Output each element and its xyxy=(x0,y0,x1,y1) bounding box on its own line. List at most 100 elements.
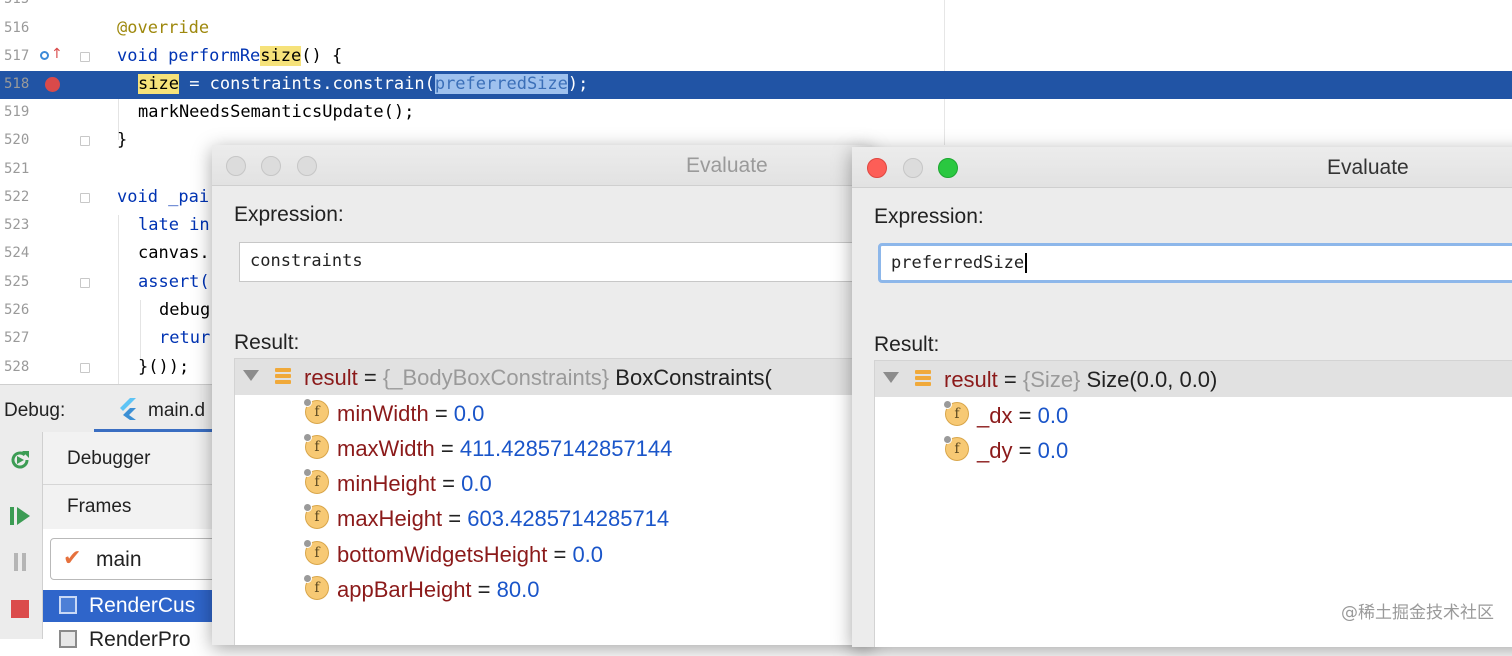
code-text: size = constraints.constrain(preferredSi… xyxy=(138,74,588,94)
field-text: appBarHeight = 80.0 xyxy=(337,577,540,602)
watermark: @稀土掘金技术社区 xyxy=(1341,603,1494,623)
line-number: 522 xyxy=(4,189,30,205)
thread-selector[interactable]: ✔ main xyxy=(50,538,222,580)
variable-stack-icon xyxy=(275,368,291,386)
thread-name: main xyxy=(96,548,142,571)
field-text: minWidth = 0.0 xyxy=(337,401,485,426)
field-icon: f xyxy=(943,400,969,426)
debug-side-toolbar xyxy=(0,432,43,639)
text-caret xyxy=(1025,253,1028,273)
field-icon: f xyxy=(303,539,329,565)
code-token: size xyxy=(138,74,179,94)
tab-debugger[interactable]: Debugger xyxy=(67,448,150,470)
expression-input[interactable]: preferredSize xyxy=(878,243,1512,283)
debugger-tab-bar: Debugger xyxy=(43,432,223,485)
line-number: 519 xyxy=(4,104,30,120)
code-line: 516 @override xyxy=(0,15,1512,43)
debug-label: Debug: xyxy=(4,400,66,421)
result-label: Result: xyxy=(874,333,940,356)
field-text: maxHeight = 603.4285714285714 xyxy=(337,506,670,531)
line-number: 523 xyxy=(4,217,30,233)
frame-icon xyxy=(59,596,77,614)
close-window-button[interactable] xyxy=(226,156,246,176)
code-text: assert( xyxy=(138,272,210,292)
stop-icon[interactable] xyxy=(8,597,32,621)
checkmark-icon: ✔ xyxy=(63,546,82,571)
minimize-window-button[interactable] xyxy=(261,156,281,176)
frame-row[interactable]: RenderPro xyxy=(43,624,223,656)
evaluate-dialog-active: Evaluate Expression: preferredSize Resul… xyxy=(852,147,1512,647)
field-icon: f xyxy=(303,398,329,424)
code-token: = constraints.constrain( xyxy=(178,74,435,94)
result-label: Result: xyxy=(234,331,300,354)
line-number: 520 xyxy=(4,132,30,148)
code-token: void performRe xyxy=(117,46,261,66)
field-text: maxWidth = 411.42857142857144 xyxy=(337,436,673,461)
pause-icon[interactable] xyxy=(8,550,32,574)
result-root-row[interactable]: result = {Size} Size(0.0, 0.0) xyxy=(875,361,1512,397)
result-tree[interactable]: result = {_BodyBoxConstraints} BoxConstr… xyxy=(234,358,872,645)
result-root-row[interactable]: result = {_BodyBoxConstraints} BoxConstr… xyxy=(235,359,872,395)
code-text: retur xyxy=(159,328,211,348)
frames-label: Frames xyxy=(67,496,132,517)
line-number: 517 xyxy=(4,48,30,64)
dialog-titlebar: Evaluate xyxy=(852,147,1512,188)
code-text: markNeedsSemanticsUpdate(); xyxy=(138,102,415,122)
fold-marker-icon[interactable] xyxy=(80,52,90,62)
code-token: ); xyxy=(567,74,589,94)
expression-label: Expression: xyxy=(234,203,344,226)
line-number: 525 xyxy=(4,274,30,290)
line-number: 527 xyxy=(4,330,30,346)
line-number: 526 xyxy=(4,302,30,318)
code-text: debug xyxy=(159,300,211,320)
fold-marker-icon[interactable] xyxy=(80,136,90,146)
fold-marker-icon[interactable] xyxy=(80,278,90,288)
code-text: late in xyxy=(138,215,210,235)
code-token: size xyxy=(260,46,302,66)
line-number: 518 xyxy=(4,76,30,92)
field-icon: f xyxy=(303,503,329,529)
frames-header: Frames xyxy=(43,485,223,529)
fold-marker-icon[interactable] xyxy=(80,193,90,203)
code-text: } xyxy=(117,130,128,150)
dialog-titlebar: Evaluate xyxy=(212,145,872,186)
field-icon: f xyxy=(303,574,329,600)
code-line: 515 xyxy=(0,0,1512,14)
maximize-window-button[interactable] xyxy=(297,156,317,176)
code-line: 517 ↑ void performResize() { xyxy=(0,43,1512,71)
field-text: _dy = 0.0 xyxy=(977,438,1069,463)
expand-arrow-icon[interactable] xyxy=(883,372,899,383)
code-text: void performResize() { xyxy=(117,46,342,66)
expand-arrow-icon[interactable] xyxy=(243,370,259,381)
field-icon: f xyxy=(303,468,329,494)
field-icon: f xyxy=(303,433,329,459)
variable-stack-icon xyxy=(915,370,931,388)
minimize-window-button[interactable] xyxy=(903,158,923,178)
field-text: bottomWidgetsHeight = 0.0 xyxy=(337,542,604,567)
expression-label: Expression: xyxy=(874,205,984,228)
field-text: minHeight = 0.0 xyxy=(337,471,492,496)
code-text: @override xyxy=(117,18,210,38)
debug-session-tab[interactable]: main.d xyxy=(148,400,205,422)
code-token: () { xyxy=(301,46,343,66)
root-value-text: result = {Size} Size(0.0, 0.0) xyxy=(944,367,1218,392)
resume-icon[interactable] xyxy=(8,504,32,528)
code-text: void _pai xyxy=(117,187,210,207)
selected-text: preferredSize xyxy=(434,74,568,94)
rerun-icon[interactable] xyxy=(8,448,32,472)
field-icon: f xyxy=(943,435,969,461)
expression-text: preferredSize xyxy=(891,253,1025,273)
field-text: _dx = 0.0 xyxy=(977,403,1069,428)
close-window-button[interactable] xyxy=(867,158,887,178)
frame-row[interactable]: RenderCus xyxy=(43,590,223,622)
expression-input[interactable]: constraints xyxy=(239,242,872,282)
overrides-method-icon[interactable]: ↑ xyxy=(40,46,63,64)
fold-marker-icon[interactable] xyxy=(80,363,90,373)
frame-label: RenderPro xyxy=(89,628,191,651)
line-number: 524 xyxy=(4,245,30,261)
maximize-window-button[interactable] xyxy=(938,158,958,178)
dialog-title: Evaluate xyxy=(686,154,768,177)
breakpoint-icon[interactable] xyxy=(45,77,60,92)
code-text: canvas. xyxy=(138,243,210,263)
frame-label: RenderCus xyxy=(89,594,196,617)
